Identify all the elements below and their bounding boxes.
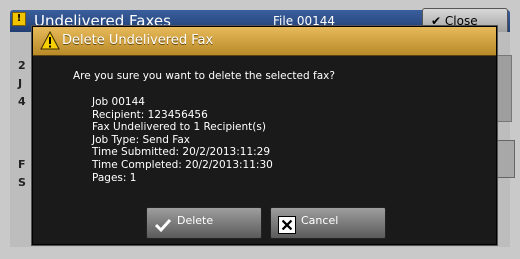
delete-label: Delete — [177, 214, 214, 227]
detail-time-completed: Time Completed: 20/2/2013:11:30 — [92, 158, 273, 171]
background-fragment: 2 — [18, 59, 26, 72]
detail-pages: Pages: 1 — [92, 171, 137, 184]
detail-time-submitted: Time Submitted: 20/2/2013:11:29 — [92, 146, 271, 159]
fax-details: Job 00144 Recipient: 123456456 Fax Undel… — [92, 96, 273, 184]
background-fragment: 4 — [18, 95, 26, 108]
detail-job-type: Job Type: Send Fax — [92, 133, 191, 146]
delete-button[interactable]: Delete — [146, 207, 262, 239]
background-fragment: S — [18, 176, 26, 189]
detail-recipient: Recipient: 123456456 — [92, 108, 208, 121]
confirmation-message: Are you sure you want to delete the sele… — [73, 70, 335, 82]
background-side-button[interactable] — [495, 140, 515, 178]
checkmark-icon — [154, 218, 172, 233]
x-icon — [278, 216, 296, 234]
cancel-label: Cancel — [301, 214, 339, 227]
dialog-header: Delete Undelivered Fax — [33, 27, 496, 56]
delete-fax-dialog: Delete Undelivered Fax Are you sure you … — [32, 26, 497, 245]
cancel-button[interactable]: Cancel — [270, 207, 386, 239]
detail-job: Job 00144 — [92, 96, 145, 108]
detail-undelivered: Fax Undelivered to 1 Recipient(s) — [92, 121, 266, 134]
warning-icon — [40, 31, 60, 50]
background-panel-strip — [496, 55, 512, 122]
background-fragment: J — [18, 77, 23, 90]
warning-icon: ! — [12, 12, 26, 26]
background-fragment: F — [18, 158, 26, 171]
dialog-title: Delete Undelivered Fax — [62, 33, 214, 48]
